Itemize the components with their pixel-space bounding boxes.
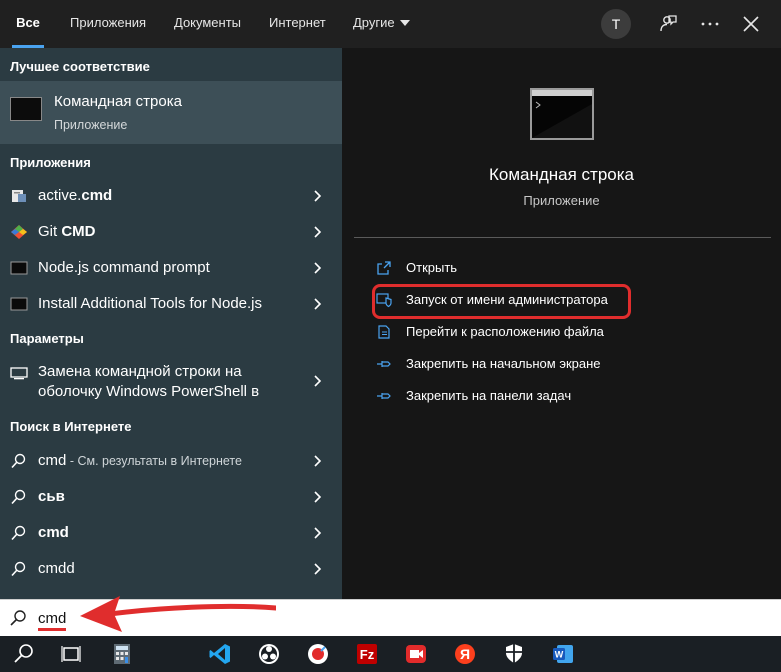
action-open[interactable]: Открыть bbox=[372, 255, 672, 281]
more-options-icon[interactable] bbox=[698, 12, 722, 36]
yandex-browser-icon[interactable] bbox=[306, 642, 330, 666]
console-icon bbox=[10, 297, 28, 311]
console-gradient-icon bbox=[532, 90, 592, 138]
action-pin-to-start[interactable]: Закрепить на начальном экране bbox=[372, 351, 672, 377]
chevron-right-icon[interactable] bbox=[311, 527, 323, 539]
chevron-right-icon[interactable] bbox=[311, 563, 323, 575]
web-result-label: cmd - См. результаты в Интернете bbox=[38, 452, 242, 469]
results-list: Лучшее соответствие Командная строка При… bbox=[0, 48, 342, 599]
svg-text:Я: Я bbox=[460, 646, 470, 662]
pin-icon bbox=[377, 361, 391, 367]
action-open-file-location-label: Перейти к расположению файла bbox=[406, 324, 604, 339]
tab-web[interactable]: Интернет bbox=[269, 0, 326, 48]
app-result-item[interactable]: Git CMD bbox=[0, 214, 342, 250]
section-header-apps: Приложения bbox=[10, 155, 91, 170]
tab-all[interactable]: Все bbox=[12, 0, 44, 48]
app-result-label: Git CMD bbox=[38, 223, 96, 240]
web-result-label: cmdd bbox=[38, 560, 75, 577]
pin-icon bbox=[377, 393, 391, 399]
display-settings-icon bbox=[10, 367, 28, 380]
app-result-item[interactable]: Install Additional Tools for Node.js bbox=[0, 286, 342, 322]
word-icon[interactable]: W bbox=[551, 642, 575, 666]
open-icon bbox=[377, 261, 391, 275]
search-icon bbox=[11, 489, 26, 505]
action-open-label: Открыть bbox=[406, 260, 458, 275]
search-scope-bar: Все Приложения Документы Интернет Другие… bbox=[0, 0, 781, 48]
chevron-right-icon[interactable] bbox=[311, 262, 323, 274]
tab-more[interactable]: Другие bbox=[353, 0, 410, 48]
action-open-file-location[interactable]: Перейти к расположению файла bbox=[372, 319, 672, 345]
tab-web-label: Интернет bbox=[269, 15, 326, 30]
chevron-right-icon[interactable] bbox=[311, 226, 323, 238]
search-icon bbox=[11, 453, 26, 469]
annotation-highlight-box bbox=[372, 284, 631, 319]
web-result-item[interactable]: cmd bbox=[0, 515, 342, 551]
script-icon bbox=[12, 190, 26, 202]
web-result-label: сьв bbox=[38, 488, 65, 505]
close-icon[interactable] bbox=[739, 12, 763, 36]
search-icon[interactable] bbox=[12, 642, 36, 666]
best-match-item[interactable]: Командная строка Приложение bbox=[0, 81, 342, 144]
best-match-title: Командная строка bbox=[54, 93, 182, 110]
calculator-icon[interactable] bbox=[110, 642, 134, 666]
svg-text:Fz: Fz bbox=[360, 647, 375, 662]
yandex-icon[interactable]: Я bbox=[453, 642, 477, 666]
git-icon bbox=[11, 225, 27, 239]
app-result-label: Node.js command prompt bbox=[38, 259, 210, 276]
command-prompt-icon bbox=[10, 97, 42, 121]
shield-icon[interactable] bbox=[502, 642, 526, 666]
best-match-subtitle: Приложение bbox=[54, 118, 128, 132]
web-result-label: cmd bbox=[38, 524, 69, 541]
app-result-item[interactable]: Node.js command prompt bbox=[0, 250, 342, 286]
svg-text:W: W bbox=[555, 650, 564, 660]
app-result-item[interactable]: active.cmd bbox=[0, 178, 342, 214]
divider bbox=[354, 237, 771, 238]
search-icon bbox=[11, 525, 26, 541]
web-result-item[interactable]: сьв bbox=[0, 479, 342, 515]
obs-icon[interactable] bbox=[257, 642, 281, 666]
preview-title: Командная строка bbox=[488, 165, 635, 184]
web-result-item[interactable]: cmd - См. результаты в Интернете bbox=[0, 443, 342, 479]
search-input[interactable]: cmd bbox=[38, 610, 67, 631]
tab-documents[interactable]: Документы bbox=[174, 0, 241, 48]
section-header-best-match: Лучшее соответствие bbox=[10, 59, 150, 74]
chevron-right-icon[interactable] bbox=[311, 190, 323, 202]
settings-result-label: Замена командной строки на оболочку Wind… bbox=[38, 363, 260, 400]
tab-all-label: Все bbox=[16, 15, 40, 30]
preview-subtitle: Приложение bbox=[523, 193, 600, 208]
chevron-right-icon[interactable] bbox=[311, 298, 323, 310]
chevron-right-icon[interactable] bbox=[311, 455, 323, 467]
tab-apps-label: Приложения bbox=[70, 15, 147, 30]
vscode-icon[interactable] bbox=[208, 642, 232, 666]
folder-icon bbox=[378, 325, 390, 339]
console-icon bbox=[10, 261, 28, 275]
preview-pane: Командная строка Приложение Открыть Запу… bbox=[342, 48, 781, 599]
section-header-settings: Параметры bbox=[10, 331, 84, 346]
app-result-label: Install Additional Tools for Node.js bbox=[38, 295, 263, 312]
tab-documents-label: Документы bbox=[174, 15, 242, 30]
settings-result-item[interactable]: Замена командной строки на оболочку Wind… bbox=[0, 356, 342, 406]
tab-more-label: Другие bbox=[353, 15, 395, 30]
chevron-right-icon[interactable] bbox=[311, 375, 323, 387]
filezilla-icon[interactable]: Fz bbox=[355, 642, 379, 666]
avatar[interactable]: T bbox=[601, 9, 631, 39]
action-pin-to-taskbar[interactable]: Закрепить на панели задач bbox=[372, 383, 672, 409]
search-icon bbox=[11, 561, 26, 577]
chevron-right-icon[interactable] bbox=[311, 491, 323, 503]
feedback-icon[interactable] bbox=[656, 12, 680, 36]
web-result-item[interactable]: cmdd bbox=[0, 551, 342, 587]
taskbar: Fz Я W bbox=[0, 636, 781, 672]
section-header-web: Поиск в Интернете bbox=[10, 419, 132, 434]
search-icon bbox=[10, 610, 26, 626]
command-prompt-icon bbox=[530, 88, 594, 140]
screen-recorder-icon[interactable] bbox=[404, 642, 428, 666]
chevron-down-icon bbox=[399, 19, 410, 26]
action-pin-to-taskbar-label: Закрепить на панели задач bbox=[406, 388, 572, 403]
annotation-arrow bbox=[80, 596, 276, 632]
task-view-icon[interactable] bbox=[59, 642, 83, 666]
tab-apps[interactable]: Приложения bbox=[70, 0, 146, 48]
app-result-label: active.cmd bbox=[38, 187, 113, 204]
action-pin-to-start-label: Закрепить на начальном экране bbox=[406, 356, 601, 371]
